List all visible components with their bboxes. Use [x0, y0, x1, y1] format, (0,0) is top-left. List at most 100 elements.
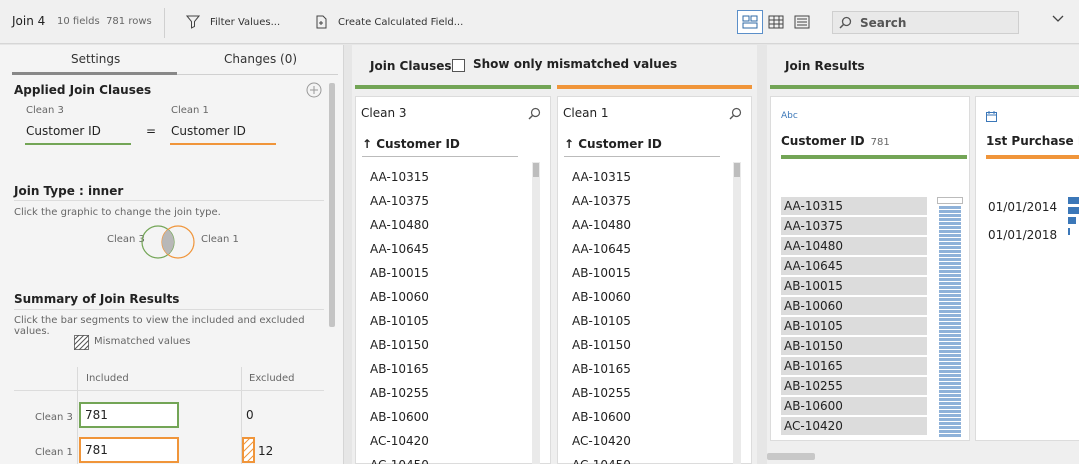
value-bar[interactable]: AB-10600 [781, 397, 927, 415]
show-mismatched-checkbox[interactable] [452, 59, 465, 72]
clause-left-field[interactable]: Customer ID [26, 124, 101, 138]
list-item[interactable]: AB-10150 [572, 333, 631, 357]
list-item[interactable]: AB-10150 [370, 333, 429, 357]
spark-bar [939, 278, 961, 281]
list-scrollbar[interactable] [733, 162, 741, 464]
spark-bar [939, 330, 961, 333]
clause-operator[interactable]: = [146, 124, 156, 138]
value-distribution-spark[interactable] [937, 197, 963, 437]
list-item[interactable]: AB-10600 [370, 405, 429, 429]
value-bar[interactable]: AB-10015 [781, 277, 927, 295]
clause-right-source: Clean 1 [171, 105, 209, 116]
list-item[interactable]: AB-10015 [572, 261, 631, 285]
list-view-button[interactable] [789, 10, 815, 34]
list-item[interactable]: AC-10420 [370, 429, 429, 453]
date-value[interactable]: 01/01/2014 [988, 193, 1057, 221]
chevron-down-icon[interactable] [1052, 15, 1064, 23]
value-bar[interactable]: AC-10420 [781, 417, 927, 435]
join-venn-diagram[interactable] [140, 224, 198, 260]
profile-field-name: 1st Purchase Dat [986, 134, 1079, 148]
list-scrollbar[interactable] [532, 162, 540, 464]
results-h-scrollbar[interactable] [767, 453, 815, 460]
list-item[interactable]: AB-10165 [370, 357, 429, 381]
included-bar-clean3[interactable]: 781 [79, 402, 179, 428]
list-item[interactable]: AC-10450 [370, 453, 429, 464]
list-item[interactable]: AA-10480 [572, 213, 631, 237]
search-icon[interactable] [729, 107, 742, 120]
value-bar[interactable]: AA-10480 [781, 237, 927, 255]
tab-settings[interactable]: Settings [71, 52, 120, 66]
value-bar[interactable]: AB-10165 [781, 357, 927, 375]
spark-bar [939, 214, 961, 217]
clause-right-field[interactable]: Customer ID [171, 124, 246, 138]
spark-bar [939, 234, 961, 237]
list-item[interactable]: AC-10450 [572, 453, 631, 464]
value-bar[interactable]: AB-10150 [781, 337, 927, 355]
filter-values-button[interactable]: Filter Values... [186, 12, 280, 32]
field-profile-card[interactable]: 1st Purchase Dat 01/01/201401/01/2018 [975, 96, 1079, 441]
list-item[interactable]: AB-10060 [370, 285, 429, 309]
list-item[interactable]: AA-10645 [370, 237, 429, 261]
list-item[interactable]: AB-10015 [370, 261, 429, 285]
add-clause-icon[interactable] [306, 82, 322, 98]
spark-bar [939, 246, 961, 249]
value-bar[interactable]: AB-10105 [781, 317, 927, 335]
data-grid-view-button[interactable] [763, 10, 789, 34]
list-item[interactable]: AC-10420 [572, 429, 631, 453]
date-histogram[interactable] [1068, 197, 1079, 237]
sort-field-header[interactable]: ↑ Customer ID [564, 137, 662, 151]
sort-field-header[interactable]: ↑ Customer ID [362, 137, 460, 151]
value-bar[interactable]: AA-10315 [781, 197, 927, 215]
left-source-color-bar [355, 85, 551, 89]
string-type-icon[interactable]: Abc [781, 111, 798, 121]
date-value[interactable]: 01/01/2018 [988, 221, 1057, 249]
settings-scrollbar[interactable] [329, 83, 335, 327]
spark-bar [939, 290, 961, 293]
spark-bar [939, 310, 961, 313]
field-underline [564, 156, 720, 157]
table-divider [77, 367, 78, 464]
value-bar[interactable]: AB-10255 [781, 377, 927, 395]
list-item[interactable]: AA-10645 [572, 237, 631, 261]
calculated-field-icon [316, 15, 327, 29]
list-item[interactable]: AB-10255 [370, 381, 429, 405]
list-item[interactable]: AB-10105 [370, 309, 429, 333]
search-input[interactable]: Search [832, 11, 1019, 34]
excluded-value[interactable]: 0 [246, 408, 254, 422]
profile-view-button[interactable] [737, 10, 763, 34]
scroll-thumb[interactable] [533, 163, 539, 177]
spark-bar [939, 242, 961, 245]
list-source-name: Clean 1 [563, 106, 609, 120]
list-item[interactable]: AB-10105 [572, 309, 631, 333]
list-item[interactable]: AB-10600 [572, 405, 631, 429]
list-item[interactable]: AA-10480 [370, 213, 429, 237]
scroll-thumb[interactable] [734, 163, 740, 177]
spark-bar [939, 262, 961, 265]
spark-bar [939, 338, 961, 341]
value-bar[interactable]: AA-10645 [781, 257, 927, 275]
list-item[interactable]: AB-10165 [572, 357, 631, 381]
create-calculated-field-button[interactable]: Create Calculated Field... [314, 12, 463, 32]
list-item[interactable]: AA-10315 [370, 165, 429, 189]
join-results-panel: Join Results Abc Customer ID 781 AA-10315… [767, 45, 1079, 464]
spark-bar [939, 378, 961, 381]
list-item[interactable]: AA-10315 [572, 165, 631, 189]
spark-bar [939, 254, 961, 257]
list-item[interactable]: AB-10255 [572, 381, 631, 405]
search-icon[interactable] [528, 107, 541, 120]
value-bar[interactable]: AA-10375 [781, 217, 927, 235]
field-profile-card[interactable]: Abc Customer ID 781 AA-10315 AA-10375 AA-10… [770, 96, 970, 441]
list-item[interactable]: AB-10060 [572, 285, 631, 309]
field-underline [781, 155, 967, 159]
excluded-value[interactable]: 12 [258, 444, 273, 458]
tab-changes[interactable]: Changes (0) [224, 52, 297, 66]
value-bar[interactable]: AB-10060 [781, 297, 927, 315]
mismatched-hatch-icon [74, 335, 89, 350]
included-bar-clean1[interactable]: 781 [79, 437, 179, 463]
list-item[interactable]: AA-10375 [572, 189, 631, 213]
calendar-icon[interactable] [986, 111, 997, 122]
list-item[interactable]: AA-10375 [370, 189, 429, 213]
show-mismatched-label[interactable]: Show only mismatched values [473, 57, 677, 71]
excluded-hatch-bar[interactable] [242, 437, 255, 463]
spark-bar [939, 238, 961, 241]
